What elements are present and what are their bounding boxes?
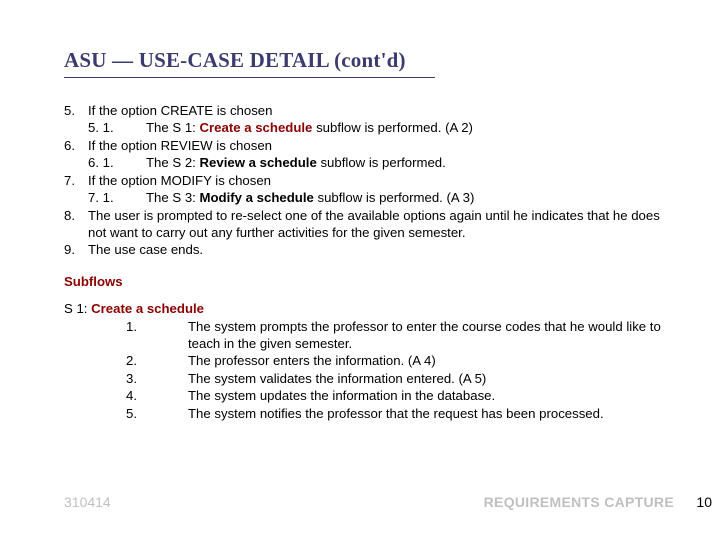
content: 5. If the option CREATE is chosen 5. 1. … — [64, 102, 664, 422]
item-text: The system notifies the professor that t… — [188, 405, 664, 422]
subflow-name: Create a schedule — [91, 301, 204, 316]
spacer — [64, 189, 88, 206]
subflow-name: Modify a schedule — [200, 190, 314, 205]
list-item: 3. The system validates the information … — [126, 370, 664, 387]
item-text: The system prompts the professor to ente… — [188, 318, 664, 353]
subflow-name: Create a schedule — [200, 120, 313, 135]
list-item: 1. The system prompts the professor to e… — [126, 318, 664, 353]
step-text: If the option REVIEW is chosen — [88, 137, 664, 154]
item-text: The system updates the information in th… — [188, 387, 664, 404]
step-text: The user is prompted to re-select one of… — [88, 207, 664, 242]
subflow-name: Review a schedule — [200, 155, 317, 170]
substep-number: 7. 1. — [88, 189, 146, 206]
page-number: 10 — [696, 494, 712, 510]
substep-text: The S 3: Modify a schedule subflow is pe… — [146, 189, 664, 206]
footer-section: REQUIREMENTS CAPTURE — [484, 494, 674, 510]
step-row: 9. The use case ends. — [64, 241, 664, 258]
item-number: 3. — [126, 370, 188, 387]
step-text: The use case ends. — [88, 241, 664, 258]
list-item: 5. The system notifies the professor tha… — [126, 405, 664, 422]
slide: ASU — USE-CASE DETAIL (cont'd) 5. If the… — [0, 0, 720, 540]
footer-code: 310414 — [64, 494, 111, 510]
substep-row: 5. 1. The S 1: Create a schedule subflow… — [64, 119, 664, 136]
substep-number: 6. 1. — [88, 154, 146, 171]
step-row: 6. If the option REVIEW is chosen — [64, 137, 664, 154]
item-number: 2. — [126, 352, 188, 369]
item-number: 5. — [126, 405, 188, 422]
substep-number: 5. 1. — [88, 119, 146, 136]
step-number: 8. — [64, 207, 88, 242]
step-number: 7. — [64, 172, 88, 189]
subflow-title: S 1: Create a schedule — [64, 300, 664, 317]
title-underline — [64, 77, 435, 78]
step-row: 7. If the option MODIFY is chosen — [64, 172, 664, 189]
step-number: 5. — [64, 102, 88, 119]
spacer — [64, 154, 88, 171]
item-number: 1. — [126, 318, 188, 353]
list-item: 4. The system updates the information in… — [126, 387, 664, 404]
substep-row: 7. 1. The S 3: Modify a schedule subflow… — [64, 189, 664, 206]
subflow-steps: 1. The system prompts the professor to e… — [64, 318, 664, 423]
step-row: 8. The user is prompted to re-select one… — [64, 207, 664, 242]
step-number: 9. — [64, 241, 88, 258]
step-text: If the option CREATE is chosen — [88, 102, 664, 119]
item-text: The professor enters the information. (A… — [188, 352, 664, 369]
page-title: ASU — USE-CASE DETAIL (cont'd) — [64, 48, 664, 73]
spacer — [64, 119, 88, 136]
step-text: If the option MODIFY is chosen — [88, 172, 664, 189]
substep-text: The S 2: Review a schedule subflow is pe… — [146, 154, 664, 171]
step-number: 6. — [64, 137, 88, 154]
item-number: 4. — [126, 387, 188, 404]
subflows-header: Subflows — [64, 273, 664, 290]
substep-text: The S 1: Create a schedule subflow is pe… — [146, 119, 664, 136]
substep-row: 6. 1. The S 2: Review a schedule subflow… — [64, 154, 664, 171]
list-item: 2. The professor enters the information.… — [126, 352, 664, 369]
step-row: 5. If the option CREATE is chosen — [64, 102, 664, 119]
item-text: The system validates the information ent… — [188, 370, 664, 387]
